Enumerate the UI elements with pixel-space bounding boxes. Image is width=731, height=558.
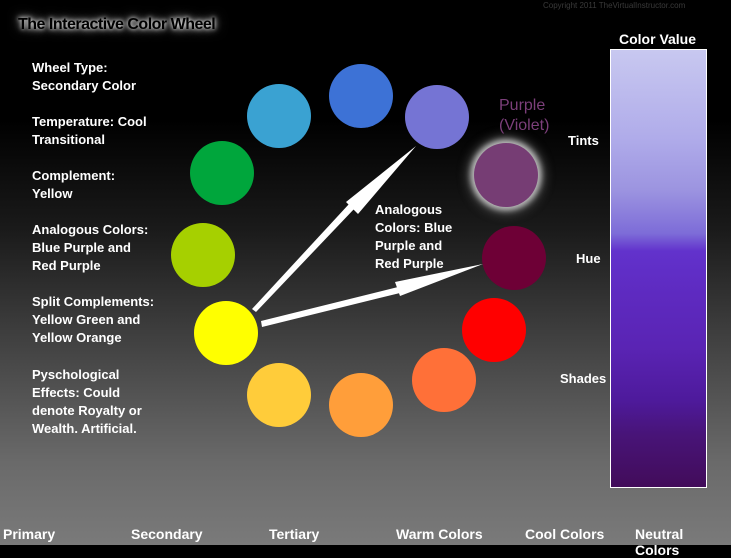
arrow-red-purple: [261, 287, 400, 327]
wheel-color-blue-green[interactable]: [247, 84, 311, 148]
nav-tertiary[interactable]: Tertiary: [269, 526, 319, 542]
app-title: The Interactive Color Wheel: [18, 16, 216, 33]
nav-primary[interactable]: Primary: [3, 526, 55, 542]
wheel-color-green[interactable]: [190, 141, 254, 205]
info-psychological: Pyschological Effects: Could denote Roya…: [32, 367, 142, 436]
info-split-complements: Split Complements: Yellow Green and Yell…: [32, 294, 155, 345]
wheel-color-red-purple[interactable]: [482, 226, 546, 290]
arrow-blue-purple: [252, 204, 355, 312]
wheel-color-yellow[interactable]: [194, 301, 258, 365]
nav-warm-colors[interactable]: Warm Colors: [396, 526, 483, 542]
nav-cool-colors[interactable]: Cool Colors: [525, 526, 604, 542]
info-complement: Complement: Yellow: [32, 168, 116, 201]
nav-neutral-colors[interactable]: Neutral Colors: [635, 526, 731, 558]
wheel-color-yellow-green[interactable]: [171, 223, 235, 287]
hue-label: Hue: [576, 251, 601, 266]
wheel-color-orange[interactable]: [329, 373, 393, 437]
wheel-color-yellow-orange[interactable]: [247, 363, 311, 427]
wheel-color-purple[interactable]: [474, 143, 538, 207]
info-temperature: Temperature: Cool Transitional: [32, 114, 147, 147]
analogous-callout: Analogous Colors: Blue Purple and Red Pu…: [375, 202, 453, 271]
shades-label: Shades: [560, 371, 607, 386]
wheel-color-blue[interactable]: [329, 64, 393, 128]
selected-color-label: Purple (Violet): [499, 97, 550, 134]
nav-secondary[interactable]: Secondary: [131, 526, 203, 542]
info-analogous: Analogous Colors: Blue Purple and Red Pu…: [32, 222, 149, 273]
copyright-text: Copyright 2011 TheVirtualInstructor.com: [543, 1, 686, 10]
tints-label: Tints: [568, 133, 599, 148]
wheel-color-red-orange[interactable]: [412, 348, 476, 412]
wheel-color-blue-purple[interactable]: [405, 85, 469, 149]
color-value-title: Color Value: [619, 31, 697, 47]
wheel-color-red[interactable]: [462, 298, 526, 362]
color-value-bar: [610, 49, 707, 488]
info-wheel-type: Wheel Type: Secondary Color: [32, 60, 137, 93]
